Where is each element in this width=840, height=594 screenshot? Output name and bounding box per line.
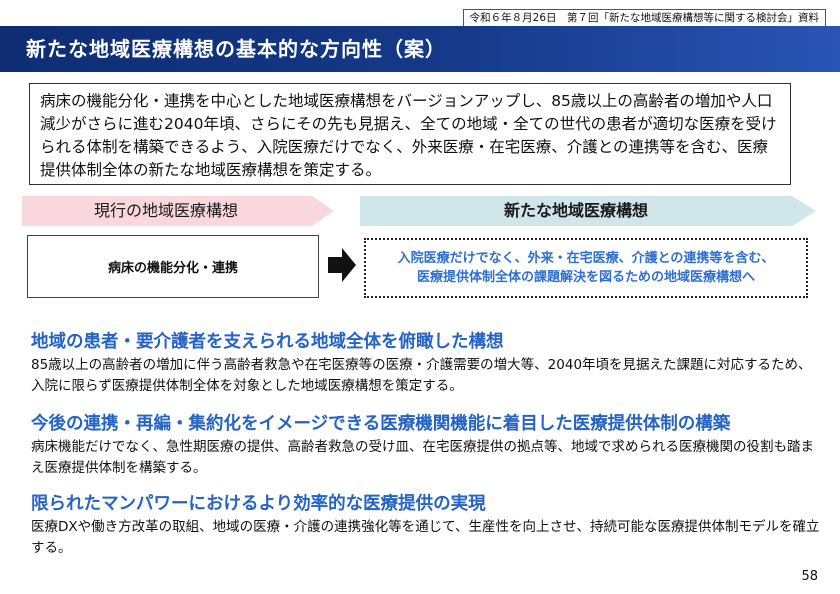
new-concept-text-line1: 入院医療だけでなく、外来・在宅医療、介護との連携等を含む、 [397, 251, 775, 266]
section-heading: 地域の患者・要介護者を支えられる地域全体を俯瞰した構想 [31, 332, 504, 352]
current-concept-box: 病床の機能分化・連携 [27, 235, 319, 298]
section-2: 今後の連携・再編・集約化をイメージできる医療機関機能に着目した医療提供体制の構築… [31, 413, 821, 479]
page-number: 58 [801, 569, 818, 584]
section-body: 医療DXや働き方改革の取組、地域の医療・介護の連携強化等を通じて、生産性を向上さ… [31, 519, 820, 556]
page-title: 新たな地域医療構想の基本的な方向性（案） [26, 37, 446, 61]
right-arrow-icon [328, 248, 356, 282]
section-body: 病床機能だけでなく、急性期医療の提供、高齢者救急の受け皿、在宅医療提供の拠点等、… [31, 439, 814, 476]
section-heading: 今後の連携・再編・集約化をイメージできる医療機関機能に着目した医療提供体制の構築 [31, 414, 731, 434]
section-1: 地域の患者・要介護者を支えられる地域全体を俯瞰した構想 85歳以上の高齢者の増加… [31, 331, 821, 397]
current-concept-label: 現行の地域医療構想 [93, 201, 238, 220]
new-concept-box: 入院医療だけでなく、外来・在宅医療、介護との連携等を含む、 医療提供体制全体の課… [364, 238, 808, 298]
current-concept-arrow: 現行の地域医療構想 [22, 196, 334, 226]
section-body: 85歳以上の高齢者の増加に伴う高齢者救急や在宅医療等の医療・介護需要の増大等、2… [31, 357, 812, 394]
section-heading: 限られたマンパワーにおけるより効率的な医療提供の実現 [31, 494, 486, 514]
current-concept-text: 病床の機能分化・連携 [107, 261, 238, 276]
new-concept-text-line2: 医療提供体制全体の課題解決を図るための地域医療構想へ [416, 270, 755, 285]
intro-box: 病床の機能分化・連携を中心とした地域医療構想をバージョンアップし、85歳以上の高… [29, 83, 791, 185]
new-concept-arrow: 新たな地域医療構想 [360, 196, 816, 226]
source-note: 令和６年８月26日 第７回「新たな地域医療構想等に関する検討会」資料 [462, 9, 826, 27]
new-concept-label: 新たな地域医療構想 [503, 201, 648, 220]
section-3: 限られたマンパワーにおけるより効率的な医療提供の実現 医療DXや働き方改革の取組… [31, 493, 821, 559]
